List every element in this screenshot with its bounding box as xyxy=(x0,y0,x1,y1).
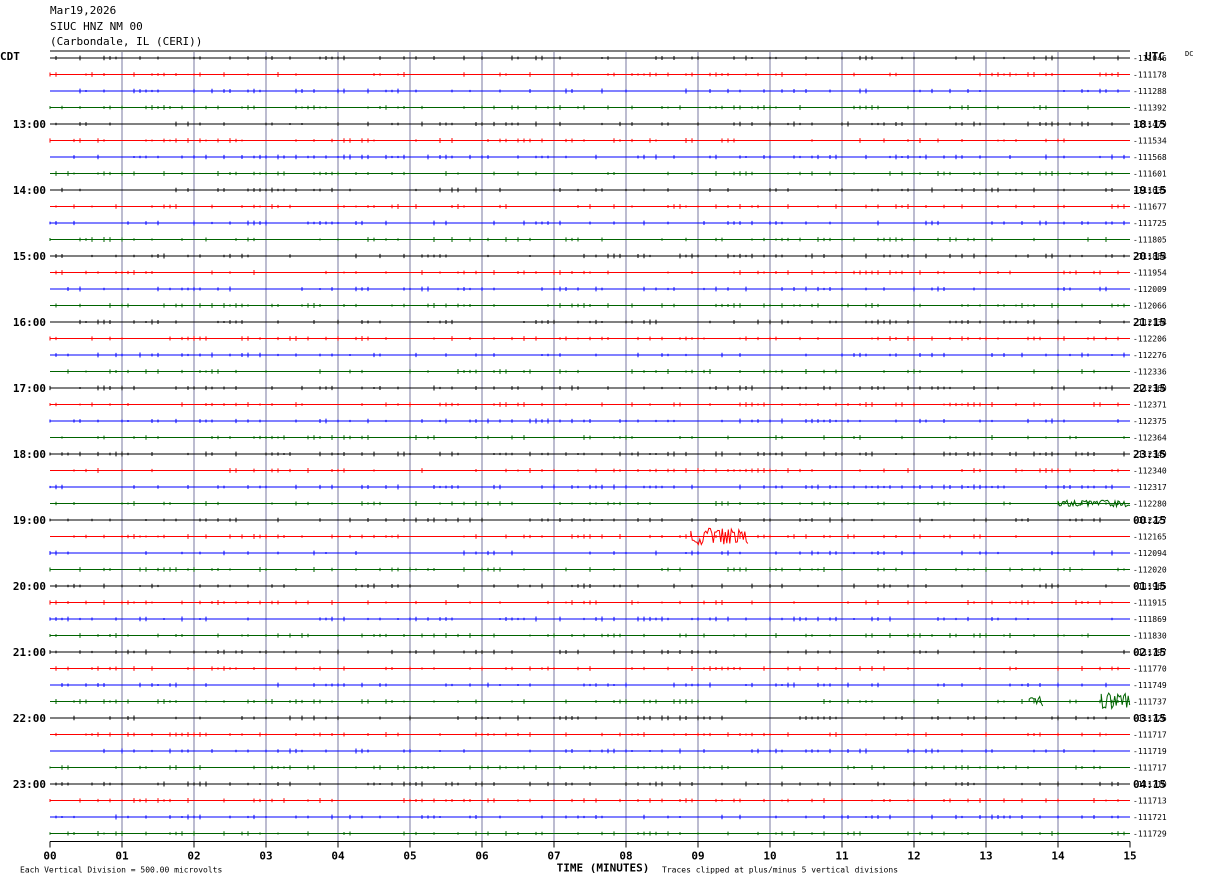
dc-offset-label: -112340 xyxy=(1133,467,1167,476)
dc-offset-label: -112206 xyxy=(1133,335,1167,344)
hour-label-right: 01:15 xyxy=(1133,580,1166,593)
dc-offset-label: -112165 xyxy=(1133,533,1167,542)
x-tick-label: 11 xyxy=(835,850,849,863)
hour-label-left: 22:00 xyxy=(13,712,46,725)
x-tick-label: 03 xyxy=(259,850,272,863)
dc-offset-label: -111601 xyxy=(1133,170,1167,179)
x-tick-label: 12 xyxy=(907,850,920,863)
dc-offset-label: -111392 xyxy=(1133,104,1167,113)
dc-offset-label: -112276 xyxy=(1133,351,1167,360)
dc-offset-label: -112009 xyxy=(1133,285,1167,294)
dc-offset-label: -111721 xyxy=(1133,813,1167,822)
hour-label-right: 22:15 xyxy=(1133,382,1166,395)
hour-label-left: 23:00 xyxy=(13,778,46,791)
dc-offset-label: -111737 xyxy=(1133,698,1167,707)
hour-label-right: 21:15 xyxy=(1133,316,1166,329)
x-tick-label: 06 xyxy=(475,850,489,863)
dc-offset-label: -111534 xyxy=(1133,137,1167,146)
hour-label-left: 16:00 xyxy=(13,316,46,329)
dc-offset-label: -111725 xyxy=(1133,219,1167,228)
dc-offset-label: -112317 xyxy=(1133,483,1167,492)
dc-offset-label: -111830 xyxy=(1133,632,1167,641)
x-tick-label: 14 xyxy=(1051,850,1065,863)
dc-offset-label: -112375 xyxy=(1133,417,1167,426)
dc-offset-label: -112094 xyxy=(1133,549,1167,558)
dc-offset-label: -111729 xyxy=(1133,830,1167,839)
x-tick-label: 15 xyxy=(1123,850,1136,863)
x-tick-label: 00 xyxy=(43,850,56,863)
dc-offset-label: -111717 xyxy=(1133,731,1167,740)
dc-offset-label: -111713 xyxy=(1133,797,1167,806)
dc-offset-label: -111719 xyxy=(1133,747,1167,756)
x-tick-label: 10 xyxy=(763,850,776,863)
hour-label-left: 15:00 xyxy=(13,250,46,263)
seismic-event xyxy=(1100,692,1131,711)
x-tick-label: 09 xyxy=(691,850,704,863)
clip-note: Traces clipped at plus/minus 5 vertical … xyxy=(662,866,898,875)
x-tick-label: 01 xyxy=(115,850,129,863)
hour-label-left: 17:00 xyxy=(13,382,46,395)
dc-offset-label: -112336 xyxy=(1133,368,1167,377)
hour-label-left: 19:00 xyxy=(13,514,46,527)
seismogram-chart: -111046-111178-111288-111392-111479-1115… xyxy=(0,50,1193,875)
dc-offset-label: -111717 xyxy=(1133,764,1167,773)
hour-label-left: 20:00 xyxy=(13,580,46,593)
hour-label-right: 19:15 xyxy=(1133,184,1166,197)
hour-label-right: 20:15 xyxy=(1133,250,1166,263)
x-axis-title: TIME (MINUTES) xyxy=(557,862,650,875)
left-timezone-label: CDT xyxy=(0,50,20,63)
dc-header-label: DC xyxy=(1185,50,1193,58)
dc-offset-label: -111770 xyxy=(1133,665,1167,674)
hour-label-left: 18:00 xyxy=(13,448,46,461)
hour-label-right: 23:15 xyxy=(1133,448,1166,461)
dc-offset-label: -111749 xyxy=(1133,681,1167,690)
hour-label-left: 13:00 xyxy=(13,118,46,131)
dc-offset-label: -111568 xyxy=(1133,153,1167,162)
dc-offset-label: -112066 xyxy=(1133,302,1167,311)
dc-offset-label: -111288 xyxy=(1133,87,1167,96)
right-timezone-label: UTC xyxy=(1145,50,1165,63)
scale-note: Each Vertical Division = 500.00 microvol… xyxy=(20,866,222,875)
dc-offset-label: -111954 xyxy=(1133,269,1167,278)
dc-offset-label: -111677 xyxy=(1133,203,1167,212)
x-tick-label: 02 xyxy=(187,850,200,863)
hour-label-left: 14:00 xyxy=(13,184,46,197)
dc-offset-label: -112020 xyxy=(1133,566,1167,575)
hour-label-right: 04:15 xyxy=(1133,778,1166,791)
hour-label-right: 00:15 xyxy=(1133,514,1166,527)
dc-offset-label: -111869 xyxy=(1133,615,1167,624)
x-tick-label: 05 xyxy=(403,850,416,863)
x-tick-label: 13 xyxy=(979,850,992,863)
dc-offset-label: -111915 xyxy=(1133,599,1167,608)
hour-label-right: 18:15 xyxy=(1133,118,1166,131)
dc-offset-label: -112280 xyxy=(1133,500,1167,509)
dc-offset-label: -111805 xyxy=(1133,236,1167,245)
hour-label-right: 02:15 xyxy=(1133,646,1166,659)
dc-offset-label: -112364 xyxy=(1133,434,1167,443)
dc-offset-label: -112371 xyxy=(1133,401,1167,410)
hour-label-right: 03:15 xyxy=(1133,712,1166,725)
hour-label-left: 21:00 xyxy=(13,646,46,659)
dc-offset-label: -111178 xyxy=(1133,71,1167,80)
x-tick-label: 04 xyxy=(331,850,345,863)
